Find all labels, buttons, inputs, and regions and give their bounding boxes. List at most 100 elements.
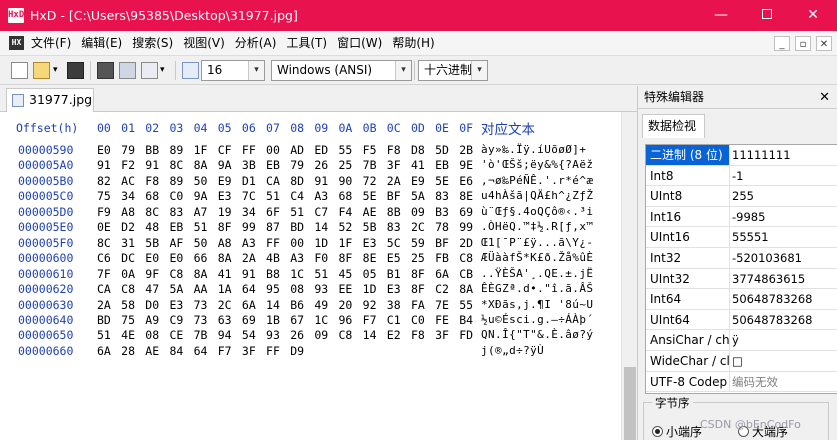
memory-dropdown-icon[interactable]: ▾ [160, 62, 169, 79]
inspector-row[interactable]: Int16 -9985 [646, 206, 837, 228]
hex-byte[interactable]: 9E [459, 158, 473, 172]
hex-byte[interactable]: 72 [363, 174, 377, 188]
hex-byte[interactable]: 0A [121, 267, 135, 281]
panel-close-button[interactable]: ✕ [819, 86, 830, 109]
hex-byte[interactable]: 25 [411, 251, 425, 265]
hex-byte[interactable]: F2 [121, 158, 135, 172]
hex-byte[interactable]: 8C [169, 158, 183, 172]
hex-byte[interactable]: BD [290, 220, 304, 234]
hex-editor[interactable]: Offset(h) 00 01 02 03 04 05 06 07 08 09 0A 0B 0C 0D 0E… [0, 112, 621, 440]
hex-byte[interactable]: 8A [459, 282, 473, 296]
minimize-button[interactable]: — [698, 0, 744, 31]
hex-byte[interactable]: F4 [339, 205, 353, 219]
inspector-row[interactable]: 二进制 (8 位) 11111111 [646, 145, 837, 166]
mdi-close-button[interactable]: ✕ [816, 36, 832, 51]
hex-byte[interactable]: EB [435, 158, 449, 172]
hex-byte[interactable]: CB [459, 267, 473, 281]
row-text[interactable]: Œ1[¯P¨£ÿ...ã\Y¿- [481, 236, 593, 249]
hex-byte[interactable]: 52 [339, 220, 353, 234]
hex-byte[interactable]: 34 [121, 189, 135, 203]
hex-byte[interactable]: FD [459, 328, 473, 342]
hex-byte[interactable]: 08 [290, 282, 304, 296]
hex-byte[interactable]: E3 [218, 189, 232, 203]
hex-byte[interactable]: 55 [459, 298, 473, 312]
vertical-scrollbar[interactable] [621, 112, 637, 440]
menu-view[interactable]: 视图(V) [178, 31, 230, 56]
menu-tools[interactable]: 工具(T) [281, 31, 332, 56]
hex-byte[interactable]: 6A [435, 267, 449, 281]
hex-byte[interactable]: 41 [411, 158, 425, 172]
hex-byte[interactable]: C9 [169, 313, 183, 327]
little-endian-radio[interactable]: 小端序 [652, 423, 702, 440]
hex-byte[interactable]: 91 [314, 174, 328, 188]
mdi-restore-button[interactable]: ▫ [795, 36, 811, 51]
hex-byte[interactable]: D2 [121, 220, 135, 234]
hex-byte[interactable]: C6 [97, 251, 111, 265]
row-text[interactable]: QN.Î{"T"&.È.âø?ý [481, 328, 593, 341]
hex-byte[interactable]: 51 [194, 220, 208, 234]
hex-byte[interactable]: F8 [411, 328, 425, 342]
hex-byte[interactable]: 34 [242, 205, 256, 219]
hex-byte[interactable]: 09 [314, 328, 328, 342]
hex-byte[interactable]: E6 [459, 174, 473, 188]
menu-window[interactable]: 窗口(W) [332, 31, 387, 56]
hex-byte[interactable]: 73 [194, 298, 208, 312]
hex-byte[interactable]: C8 [121, 282, 135, 296]
row-text[interactable]: ÊÈGZª.d•."î.ã.ÂŠ [481, 282, 593, 295]
hex-byte[interactable]: 75 [97, 189, 111, 203]
hex-byte[interactable]: C2 [435, 282, 449, 296]
hex-byte[interactable]: 91 [97, 158, 111, 172]
row-text[interactable]: ..ŸÈŠA'¸.QE.±.jË [481, 267, 593, 280]
hex-byte[interactable]: 9A [194, 189, 208, 203]
charset-select[interactable]: Windows (ANSI) ▾ [271, 60, 412, 81]
row-text[interactable]: 'ò'ŒŠš;ëy&%{?Aëž [481, 158, 593, 171]
hex-byte[interactable]: 67 [290, 313, 304, 327]
hex-byte[interactable]: A9 [145, 313, 159, 327]
hex-byte[interactable]: BB [145, 143, 159, 157]
hex-byte[interactable]: 8E [363, 251, 377, 265]
hex-byte[interactable]: 7B [363, 158, 377, 172]
hex-byte[interactable]: CA [266, 174, 280, 188]
hex-byte[interactable]: 45 [339, 267, 353, 281]
hex-byte[interactable]: C1 [387, 313, 401, 327]
hex-byte[interactable]: A7 [194, 205, 208, 219]
hex-byte[interactable]: 2D [459, 236, 473, 250]
row-text[interactable]: *XÐãs,j.¶I '8ú~U [481, 298, 593, 311]
hex-byte[interactable]: 5A [411, 189, 425, 203]
hex-byte[interactable]: 47 [145, 282, 159, 296]
row-text[interactable]: ÆÜààfŠ*K£ð.Žå%ûÈ [481, 251, 593, 264]
hex-byte[interactable]: E0 [97, 143, 111, 157]
hex-byte[interactable]: 1C [290, 267, 304, 281]
hex-byte[interactable]: 48 [145, 220, 159, 234]
inspector-value[interactable]: □ [732, 351, 837, 371]
hex-byte[interactable]: 8A [194, 267, 208, 281]
hex-byte[interactable]: 1F [194, 143, 208, 157]
hex-byte[interactable]: E0 [169, 251, 183, 265]
offset-base-select[interactable]: 十六进制 ▾ [418, 60, 488, 81]
hex-byte[interactable]: 19 [218, 205, 232, 219]
hex-byte[interactable]: 8C [97, 236, 111, 250]
hex-byte[interactable]: 50 [194, 174, 208, 188]
hex-byte[interactable]: 5D [435, 143, 449, 157]
hex-byte[interactable]: 68 [145, 189, 159, 203]
hex-byte[interactable]: 08 [145, 328, 159, 342]
hex-byte[interactable]: 3B [242, 158, 256, 172]
hex-byte[interactable]: 82 [97, 174, 111, 188]
scrollbar-thumb[interactable] [624, 367, 636, 440]
bytes-per-row-select[interactable]: 16 ▾ [201, 60, 265, 81]
hex-byte[interactable]: 00 [290, 236, 304, 250]
save-icon[interactable] [67, 62, 84, 79]
hex-byte[interactable]: B8 [266, 267, 280, 281]
hex-byte[interactable]: FF [242, 143, 256, 157]
hex-byte[interactable]: 4B [266, 251, 280, 265]
hex-byte[interactable]: 5A [169, 282, 183, 296]
row-text[interactable]: àу»‰.Ïÿ.­íUõøØ]+ [481, 143, 586, 156]
hex-byte[interactable]: 69 [459, 205, 473, 219]
hex-byte[interactable]: 5E [363, 189, 377, 203]
hex-byte[interactable]: 51 [97, 328, 111, 342]
inspector-value[interactable]: -9985 [732, 207, 837, 227]
hex-byte[interactable]: 69 [242, 313, 256, 327]
hex-byte[interactable]: 99 [459, 220, 473, 234]
menu-file[interactable]: 文件(F) [26, 31, 76, 56]
hex-byte[interactable]: 14 [266, 298, 280, 312]
